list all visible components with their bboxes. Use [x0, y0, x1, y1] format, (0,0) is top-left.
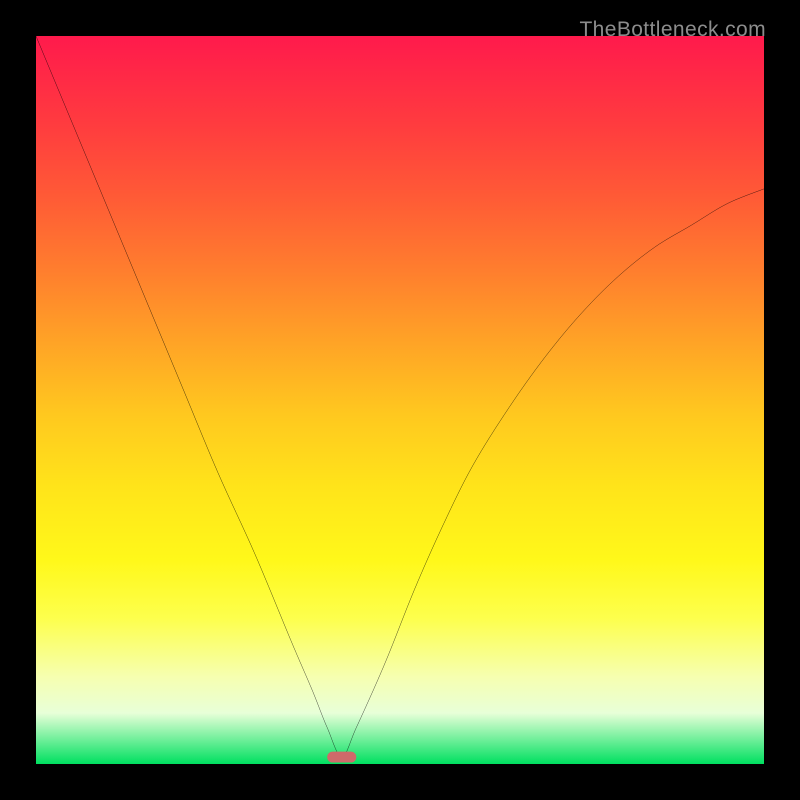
chart-container: TheBottleneck.com: [0, 0, 800, 800]
minimum-marker: [327, 752, 356, 763]
bottleneck-curve: [36, 36, 764, 757]
watermark-text: TheBottleneck.com: [579, 18, 766, 42]
curve-layer: [36, 36, 764, 764]
plot-area: [36, 36, 764, 764]
